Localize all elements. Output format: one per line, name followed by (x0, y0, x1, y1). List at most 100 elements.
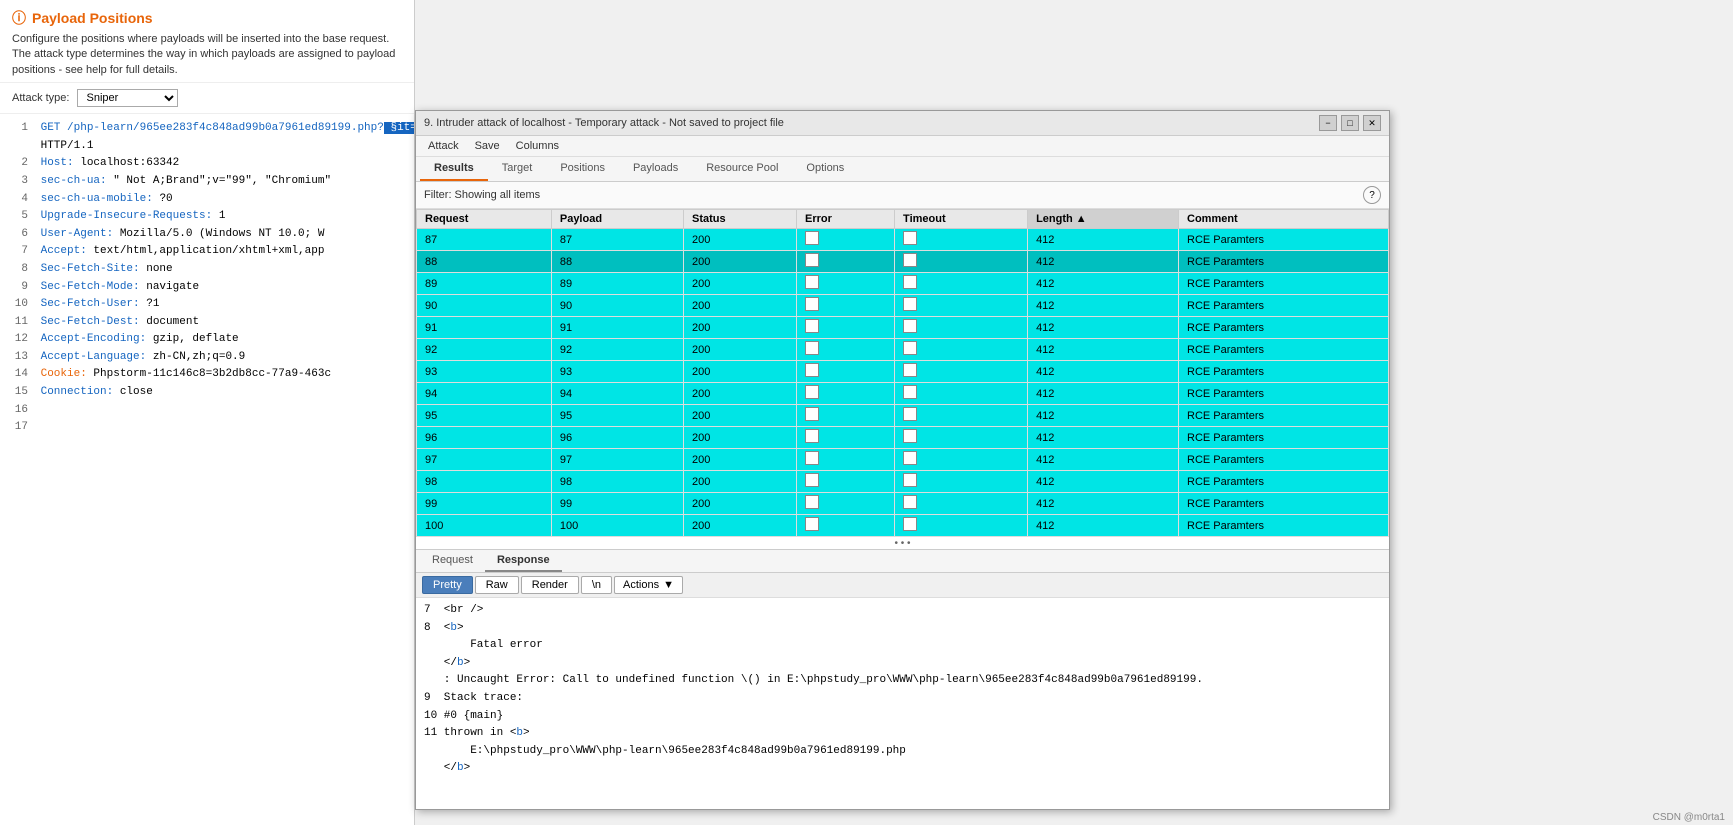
menu-save[interactable]: Save (467, 138, 508, 154)
resp-line-closeb2: </b> (424, 760, 1381, 778)
resp-line-path: E:\phpstudy_pro\WWW\php-learn\965ee283f4… (424, 743, 1381, 761)
bottom-toolbar: Pretty Raw Render \n Actions ▼ (416, 573, 1389, 598)
table-row[interactable]: 100100200412RCE Paramters (417, 515, 1389, 537)
menu-columns[interactable]: Columns (508, 138, 567, 154)
table-row[interactable]: 8888200412RCE Paramters (417, 251, 1389, 273)
error-checkbox[interactable] (805, 363, 819, 377)
maximize-button[interactable]: □ (1341, 115, 1359, 131)
filter-help-button[interactable]: ? (1363, 186, 1381, 204)
bottom-tab-response[interactable]: Response (485, 550, 562, 572)
col-comment[interactable]: Comment (1179, 210, 1389, 229)
attack-type-label: Attack type: (12, 92, 69, 104)
table-row[interactable]: 9999200412RCE Paramters (417, 493, 1389, 515)
error-checkbox[interactable] (805, 385, 819, 399)
window-controls: − □ ✕ (1319, 115, 1381, 131)
error-checkbox[interactable] (805, 407, 819, 421)
btn-newline[interactable]: \n (581, 576, 612, 594)
attack-type-select[interactable]: Sniper Battering Ram Pitchfork Cluster B… (77, 89, 178, 107)
error-checkbox[interactable] (805, 231, 819, 245)
bottom-tab-request[interactable]: Request (420, 550, 485, 572)
payload-positions-title: ⓘ Payload Positions (12, 8, 402, 28)
col-error[interactable]: Error (797, 210, 895, 229)
tab-results[interactable]: Results (420, 157, 488, 181)
timeout-checkbox[interactable] (903, 385, 917, 399)
window-titlebar: 9. Intruder attack of localhost - Tempor… (416, 111, 1389, 136)
bottom-tabs: Request Response (416, 550, 1389, 573)
btn-pretty[interactable]: Pretty (422, 576, 473, 594)
timeout-checkbox[interactable] (903, 341, 917, 355)
bottom-pane: Request Response Pretty Raw Render \n Ac… (416, 549, 1389, 809)
response-content: 7 <br /> 8 <b> Fatal error </b> : Uncaug… (416, 598, 1389, 809)
resp-line-closeb: </b> (424, 655, 1381, 673)
timeout-checkbox[interactable] (903, 297, 917, 311)
menu-bar: Attack Save Columns (416, 136, 1389, 157)
tab-target[interactable]: Target (488, 157, 547, 181)
table-row[interactable]: 8989200412RCE Paramters (417, 273, 1389, 295)
tabs-bar: Results Target Positions Payloads Resour… (416, 157, 1389, 182)
left-panel: ⓘ Payload Positions Configure the positi… (0, 0, 415, 825)
tab-resource-pool[interactable]: Resource Pool (692, 157, 792, 181)
error-checkbox[interactable] (805, 451, 819, 465)
actions-button[interactable]: Actions ▼ (614, 576, 683, 594)
btn-raw[interactable]: Raw (475, 576, 519, 594)
timeout-checkbox[interactable] (903, 473, 917, 487)
info-icon: ⓘ (12, 8, 26, 28)
timeout-checkbox[interactable] (903, 451, 917, 465)
filter-bar: Filter: Showing all items ? (416, 182, 1389, 209)
request-editor: 1 GET /php-learn/965ee283f4c848ad99b0a79… (0, 114, 414, 825)
timeout-checkbox[interactable] (903, 319, 917, 333)
table-row[interactable]: 9898200412RCE Paramters (417, 471, 1389, 493)
table-row[interactable]: 9797200412RCE Paramters (417, 449, 1389, 471)
resp-line-uncaught: : Uncaught Error: Call to undefined func… (424, 672, 1381, 690)
table-row[interactable]: 9090200412RCE Paramters (417, 295, 1389, 317)
resp-line-11: 11 thrown in <b> (424, 725, 1381, 743)
error-checkbox[interactable] (805, 341, 819, 355)
window-title: 9. Intruder attack of localhost - Tempor… (424, 117, 784, 129)
menu-attack[interactable]: Attack (420, 138, 467, 154)
table-row[interactable]: 9595200412RCE Paramters (417, 405, 1389, 427)
error-checkbox[interactable] (805, 253, 819, 267)
resp-line-10: 10 #0 {main} (424, 708, 1381, 726)
error-checkbox[interactable] (805, 429, 819, 443)
table-row[interactable]: 9696200412RCE Paramters (417, 427, 1389, 449)
col-payload[interactable]: Payload (551, 210, 683, 229)
table-row[interactable]: 9191200412RCE Paramters (417, 317, 1389, 339)
col-status[interactable]: Status (684, 210, 797, 229)
timeout-checkbox[interactable] (903, 275, 917, 289)
tab-options[interactable]: Options (792, 157, 858, 181)
csdn-watermark: CSDN @m0rta1 (1653, 812, 1725, 823)
error-checkbox[interactable] (805, 495, 819, 509)
table-row[interactable]: 9393200412RCE Paramters (417, 361, 1389, 383)
timeout-checkbox[interactable] (903, 407, 917, 421)
error-checkbox[interactable] (805, 297, 819, 311)
tab-payloads[interactable]: Payloads (619, 157, 692, 181)
timeout-checkbox[interactable] (903, 429, 917, 443)
resp-line-9: 9 Stack trace: (424, 690, 1381, 708)
payload-positions-header: ⓘ Payload Positions Configure the positi… (0, 0, 414, 83)
col-length[interactable]: Length ▲ (1028, 210, 1179, 229)
timeout-checkbox[interactable] (903, 231, 917, 245)
timeout-checkbox[interactable] (903, 495, 917, 509)
close-button[interactable]: ✕ (1363, 115, 1381, 131)
timeout-checkbox[interactable] (903, 363, 917, 377)
attack-type-row: Attack type: Sniper Battering Ram Pitchf… (0, 83, 414, 114)
btn-render[interactable]: Render (521, 576, 579, 594)
table-row[interactable]: 9494200412RCE Paramters (417, 383, 1389, 405)
results-data-table: Request Payload Status Error Timeout Len… (416, 209, 1389, 537)
error-checkbox[interactable] (805, 473, 819, 487)
divider-dots: • • • (416, 537, 1389, 549)
error-checkbox[interactable] (805, 319, 819, 333)
timeout-checkbox[interactable] (903, 517, 917, 531)
error-checkbox[interactable] (805, 517, 819, 531)
resp-line-7: 7 <br /> (424, 602, 1381, 620)
col-request[interactable]: Request (417, 210, 552, 229)
minimize-button[interactable]: − (1319, 115, 1337, 131)
table-row[interactable]: 8787200412RCE Paramters (417, 229, 1389, 251)
tab-positions[interactable]: Positions (546, 157, 619, 181)
results-table[interactable]: Request Payload Status Error Timeout Len… (416, 209, 1389, 549)
table-row[interactable]: 9292200412RCE Paramters (417, 339, 1389, 361)
filter-text: Filter: Showing all items (424, 189, 540, 201)
error-checkbox[interactable] (805, 275, 819, 289)
col-timeout[interactable]: Timeout (895, 210, 1028, 229)
timeout-checkbox[interactable] (903, 253, 917, 267)
